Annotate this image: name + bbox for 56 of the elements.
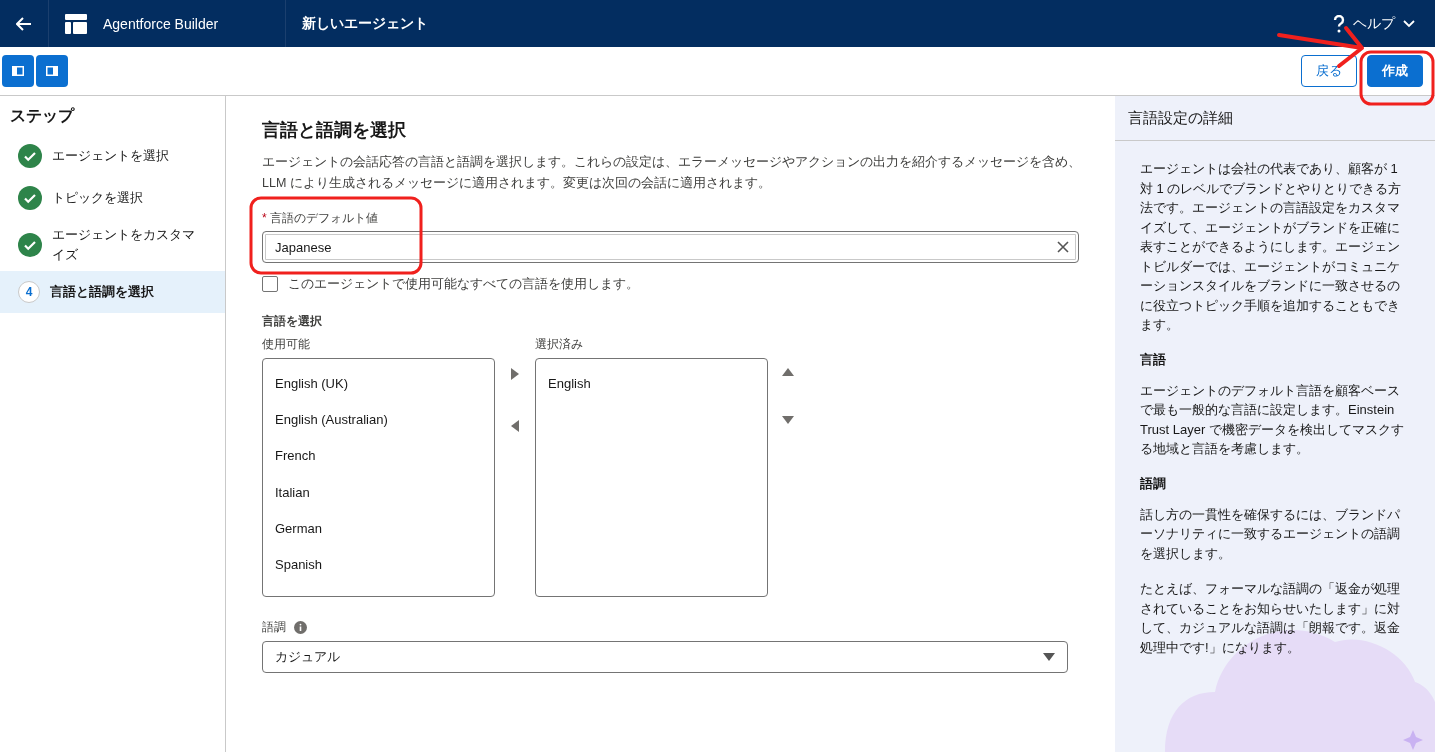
list-option[interactable]: French	[263, 437, 494, 474]
move-up-icon[interactable]	[782, 368, 794, 376]
move-left-icon[interactable]	[511, 420, 519, 432]
app-name: Agentforce Builder	[103, 15, 219, 32]
step-label: エージェントを選択	[52, 147, 170, 165]
move-down-icon[interactable]	[782, 416, 794, 424]
list-option[interactable]: Italian	[263, 473, 494, 511]
step-label: エージェントをカスタマイズ	[52, 226, 196, 264]
list-option[interactable]: Spanish	[263, 546, 494, 583]
list-option[interactable]: English (UK)	[263, 365, 494, 402]
step-item[interactable]: エージェントをカスタマイズ	[0, 219, 225, 271]
dropdown-caret-icon	[1043, 653, 1055, 661]
left-panel-toggle[interactable]	[2, 55, 34, 87]
help-text: 話し方の一貫性を確保するには、ブランドパーソナリティに一致するエージェントの語調を選択します。	[1140, 505, 1401, 563]
back-button[interactable]: 戻る	[1301, 55, 1357, 87]
right-panel-icon	[46, 66, 58, 76]
step-label: 言語と語調を選択	[50, 283, 155, 301]
steps-title: ステップ	[9, 106, 76, 126]
tone-select[interactable]: カジュアル	[262, 641, 1068, 673]
list-option[interactable]: English	[536, 365, 767, 402]
chevron-down-icon	[1403, 19, 1415, 28]
right-panel-toggle[interactable]	[36, 55, 68, 87]
help-text: エージェントのデフォルト言語を顧客ベースで最も一般的な言語に設定します。Einstein Trust Layer で機密データを検出してマスクする地域と言語を考慮します。	[1140, 381, 1405, 458]
language-input[interactable]: Japanese	[262, 231, 1079, 263]
help-menu[interactable]: ヘルプ	[1333, 14, 1415, 33]
help-text: たとえば、フォーマルな語調の「返金が処理されていることをお知らせいたします」に対して、カジュアルな語調は「朗報です。返金処理中です!」になります。	[1140, 580, 1401, 657]
page-title: 新しいエージェント	[302, 14, 428, 33]
info-icon	[294, 621, 307, 634]
checkbox-label: このエージェントで使用可能なすべての言語を使用します。	[288, 275, 639, 293]
clear-icon[interactable]	[1057, 241, 1069, 253]
description-text: エージェントの会話応答の言語と語調を選択します。これらの設定は、エラーメッセージやアクションの出力を紹介するメッセージを含め、LLM により生成されるメッセージに適用されます。変更は次回の会話に適用されます。	[262, 154, 1082, 192]
create-button[interactable]: 作成	[1367, 55, 1423, 87]
field-label: 語調	[262, 619, 286, 636]
panel-title: 言語設定の詳細	[1115, 96, 1435, 141]
list-label: 選択済み	[535, 336, 584, 353]
field-label: 言語のデフォルト値	[269, 211, 378, 225]
left-panel-icon	[12, 66, 24, 76]
step-label: トピックを選択	[52, 189, 144, 207]
list-option[interactable]: German	[263, 510, 494, 547]
list-option[interactable]: English (Australian)	[263, 401, 494, 438]
help-text: エージェントは会社の代表であり、顧客が 1 対 1 のレベルでブランドとやりとりできる方法です。エージェントの言語設定をカスタマイズして、エージェントがブランドを正確に表すことができるようにします。エージェントビルダーでは、エージェントがコミュニケーションスタイルをブランドに一致させるのに役立つトピック手順を追加することもできます。	[1140, 160, 1403, 334]
group-title: 言語を選択	[262, 313, 323, 330]
step-item[interactable]: エージェントを選択	[0, 135, 225, 177]
help-heading: 言語	[1140, 350, 1167, 369]
step-item[interactable]: トピックを選択	[0, 177, 225, 219]
back-arrow-icon[interactable]	[16, 16, 32, 31]
section-title: 言語と語調を選択	[262, 119, 407, 142]
help-heading: 語調	[1140, 474, 1167, 493]
checkbox[interactable]	[262, 276, 278, 292]
question-mark-icon	[1333, 14, 1345, 33]
required-marker: *	[262, 211, 267, 225]
app-layout-icon	[65, 13, 87, 34]
move-right-icon[interactable]	[511, 368, 519, 380]
step-item[interactable]: 4 言語と語調を選択	[0, 271, 225, 313]
list-label: 使用可能	[262, 336, 311, 353]
step-number: 4	[18, 281, 40, 303]
